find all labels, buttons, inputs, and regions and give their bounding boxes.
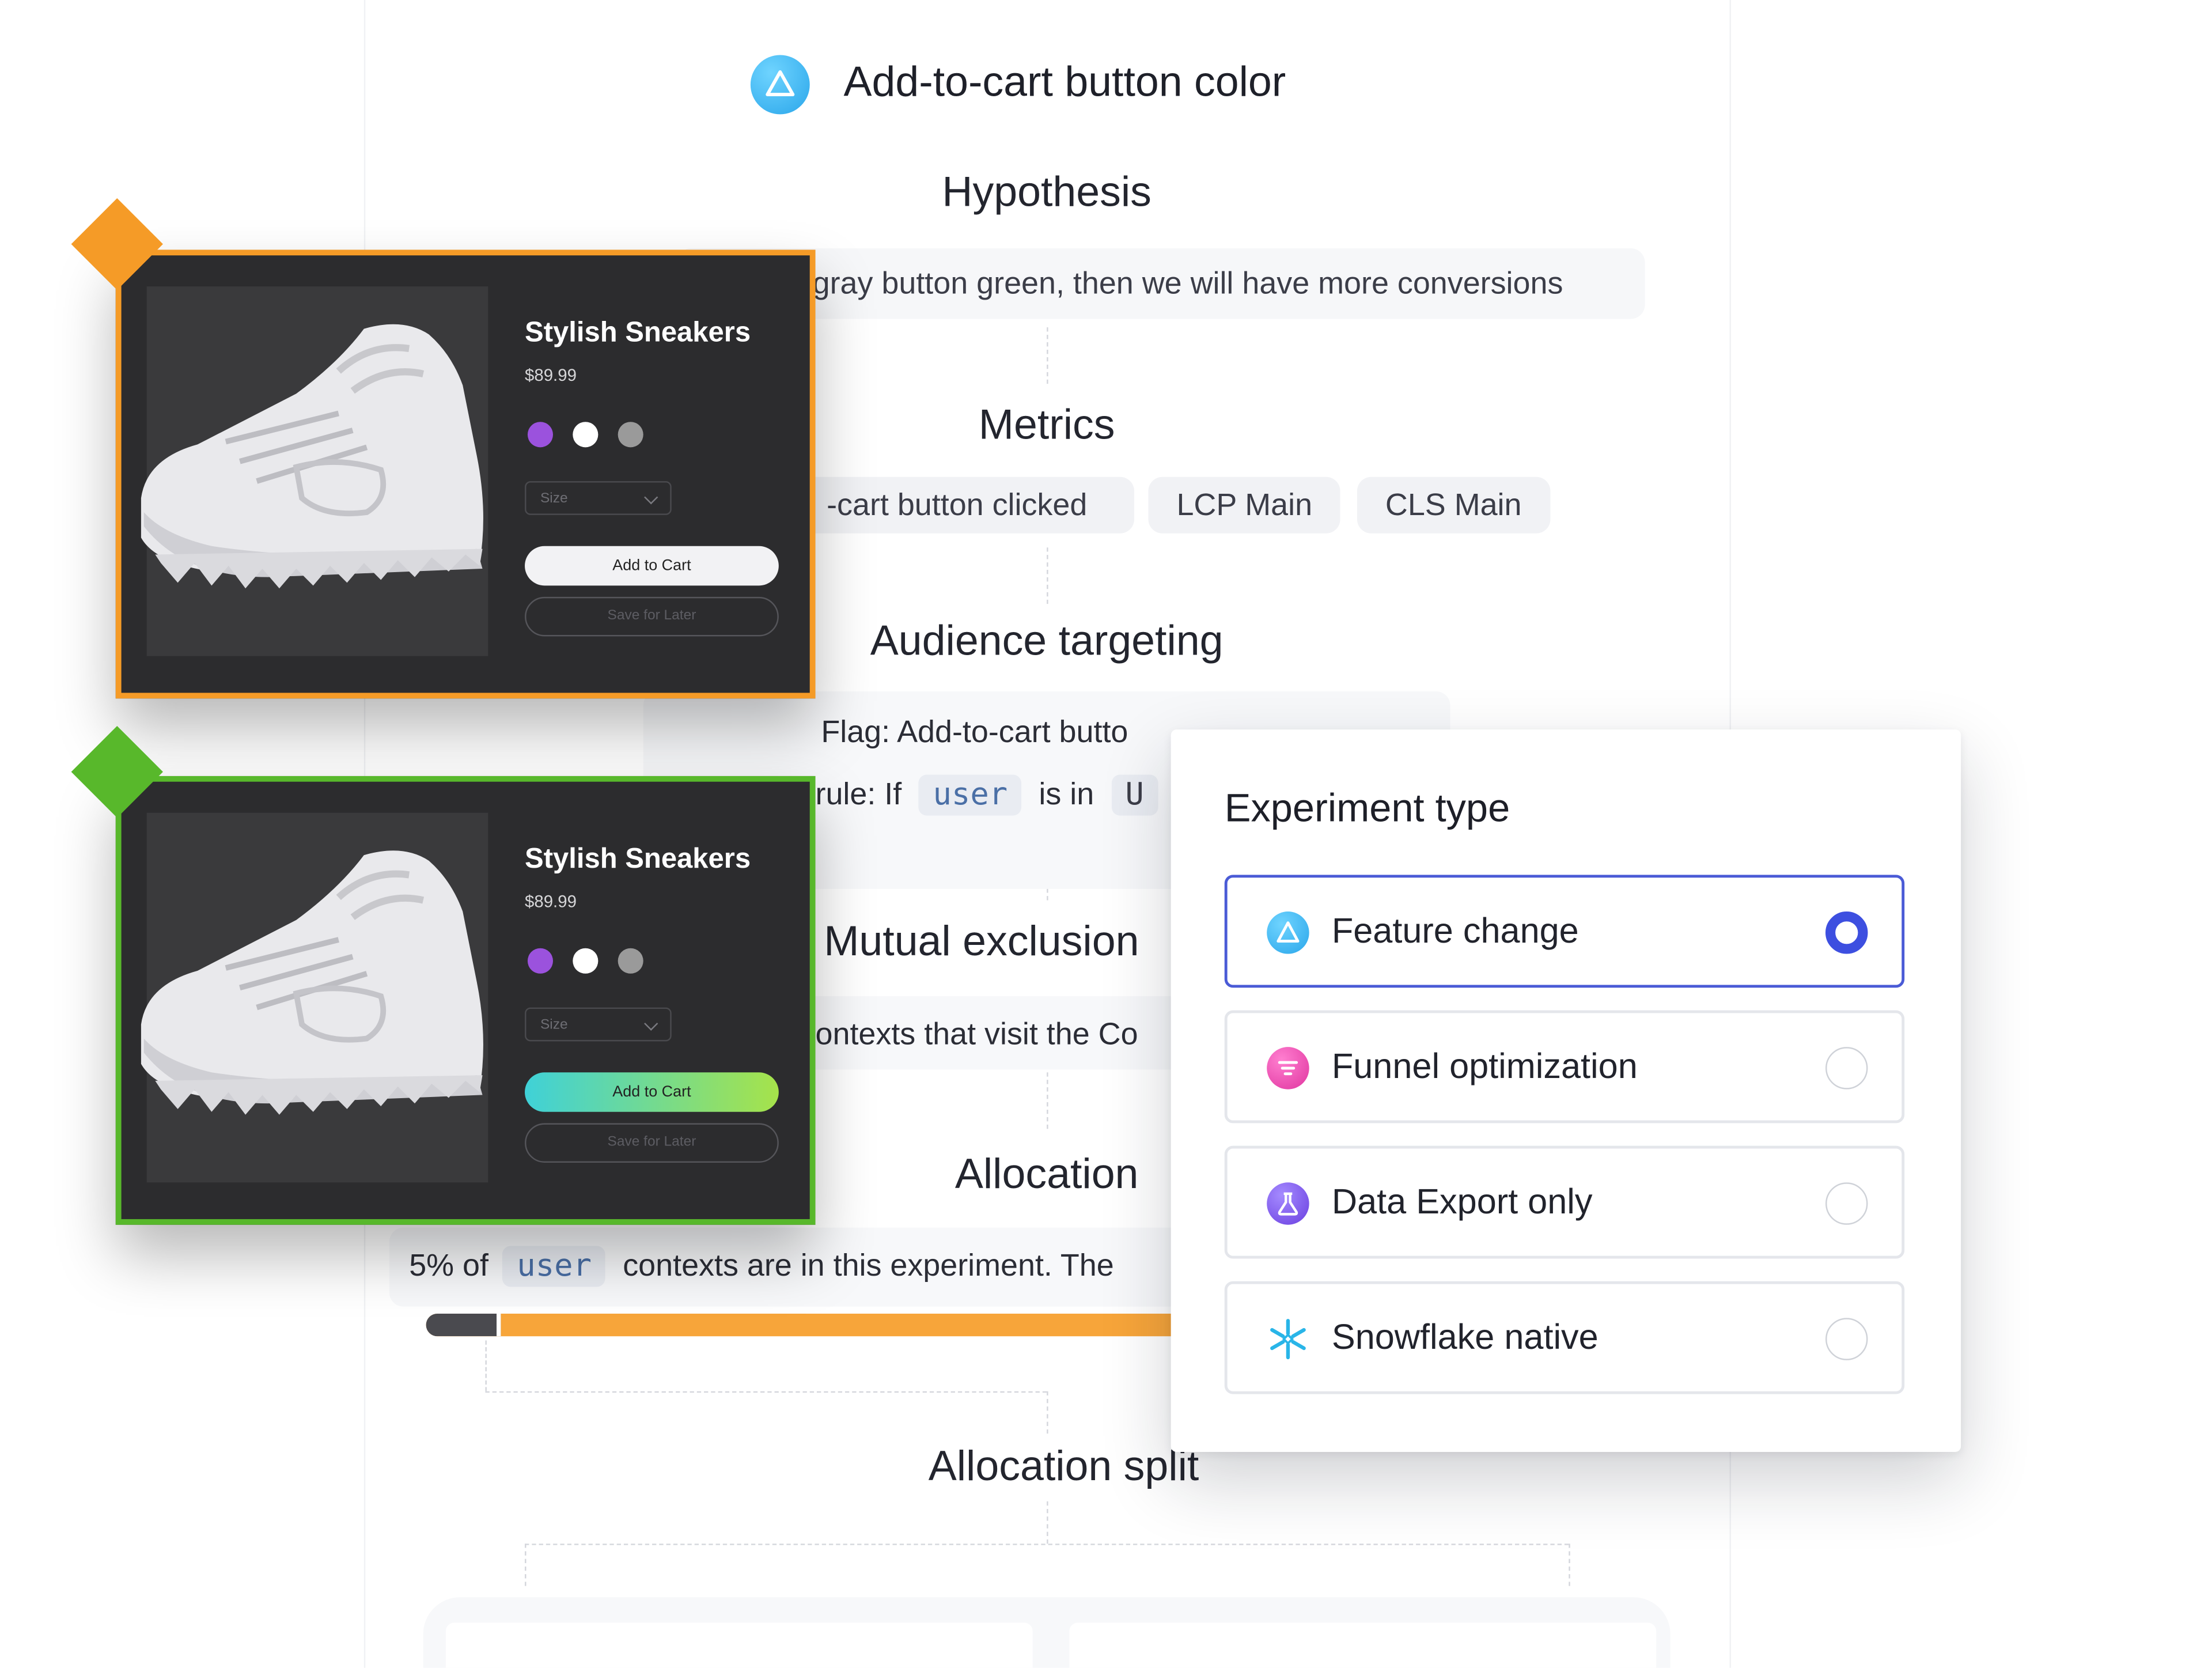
audience-rule-tail: U bbox=[1111, 774, 1158, 816]
size-select[interactable]: Size bbox=[525, 481, 672, 515]
color-swatch-white[interactable] bbox=[573, 422, 599, 448]
color-swatch-gray[interactable] bbox=[618, 422, 643, 448]
page-title: Add-to-cart button color bbox=[843, 59, 1286, 106]
color-swatch-white[interactable] bbox=[573, 948, 599, 974]
audience-flag: Flag: Add-to-cart butto bbox=[821, 714, 1128, 750]
audience-rule-prefix: rule: If bbox=[815, 776, 902, 812]
radio-unselected[interactable] bbox=[1825, 1318, 1868, 1360]
save-for-later-button[interactable]: Save for Later bbox=[525, 1123, 779, 1163]
allocation-suffix: contexts are in this experiment. The bbox=[623, 1247, 1114, 1283]
allocation-bar bbox=[426, 1314, 1217, 1337]
experiment-canvas: Add-to-cart button color Hypothesis gray… bbox=[0, 0, 2212, 1668]
save-for-later-button[interactable]: Save for Later bbox=[525, 596, 779, 637]
option-feature-change[interactable]: Feature change bbox=[1224, 875, 1905, 988]
metric-pill[interactable]: CLS Main bbox=[1357, 476, 1550, 534]
hypothesis-title: Hypothesis bbox=[942, 169, 1152, 216]
product-price: $89.99 bbox=[525, 365, 577, 385]
product-name: Stylish Sneakers bbox=[525, 317, 751, 349]
metrics-title: Metrics bbox=[978, 402, 1115, 449]
option-snowflake-native[interactable]: Snowflake native bbox=[1224, 1281, 1905, 1394]
audience-title: Audience targeting bbox=[870, 618, 1224, 665]
allocation-prefix: 5% of bbox=[409, 1247, 489, 1283]
audience-rule-code: user bbox=[918, 774, 1022, 816]
chevron-down-icon bbox=[644, 1016, 658, 1031]
option-label: Data Export only bbox=[1331, 1182, 1593, 1222]
metric-pill[interactable]: LCP Main bbox=[1148, 476, 1341, 534]
mutual-exclusion-title: Mutual exclusion bbox=[824, 918, 1139, 966]
radio-selected[interactable] bbox=[1825, 911, 1868, 954]
split-slot-a bbox=[445, 1622, 1033, 1668]
radio-unselected[interactable] bbox=[1825, 1182, 1868, 1225]
hypothesis-text: gray button green, then we will have mor… bbox=[677, 248, 1645, 319]
experiment-type-panel: Experiment type Feature change Funnel op… bbox=[1171, 729, 1961, 1453]
shoe-image bbox=[141, 286, 488, 656]
panel-title: Experiment type bbox=[1224, 786, 1510, 830]
color-swatch-purple[interactable] bbox=[527, 948, 554, 974]
option-label: Feature change bbox=[1331, 911, 1579, 951]
size-select[interactable]: Size bbox=[525, 1007, 672, 1042]
connector-line bbox=[1569, 1544, 1570, 1586]
snowflake-icon bbox=[1267, 1318, 1309, 1360]
option-label: Snowflake native bbox=[1331, 1318, 1599, 1357]
allocation-bar-fill bbox=[426, 1314, 502, 1337]
chevron-down-icon bbox=[644, 490, 658, 505]
split-slot-b bbox=[1069, 1622, 1657, 1668]
allocation-code: user bbox=[502, 1246, 606, 1287]
radio-unselected[interactable] bbox=[1825, 1047, 1868, 1090]
connector-line bbox=[485, 1391, 1047, 1393]
connector-line bbox=[1047, 547, 1048, 604]
size-select-label: Size bbox=[540, 491, 568, 507]
size-select-label: Size bbox=[540, 1017, 568, 1033]
option-funnel-optimization[interactable]: Funnel optimization bbox=[1224, 1010, 1905, 1124]
option-label: Funnel optimization bbox=[1331, 1047, 1638, 1087]
shoe-image bbox=[141, 812, 488, 1183]
flask-icon bbox=[1267, 1182, 1309, 1225]
funnel-icon bbox=[1267, 1047, 1309, 1090]
color-swatch-purple[interactable] bbox=[527, 422, 554, 448]
product-card-control: Stylish Sneakers $89.99 Size Add to Cart… bbox=[115, 249, 816, 699]
sneaker-icon bbox=[141, 850, 483, 1115]
triangle-icon bbox=[1267, 911, 1309, 954]
connector-line bbox=[1047, 1501, 1048, 1544]
color-swatch-gray[interactable] bbox=[618, 948, 643, 974]
product-price: $89.99 bbox=[525, 891, 577, 912]
option-data-export-only[interactable]: Data Export only bbox=[1224, 1145, 1905, 1259]
connector-line bbox=[525, 1544, 1569, 1545]
audience-rule-mid: is in bbox=[1039, 776, 1094, 812]
connector-line bbox=[485, 1340, 487, 1391]
add-to-cart-button[interactable]: Add to Cart bbox=[525, 1072, 779, 1112]
connector-line bbox=[525, 1544, 527, 1586]
mutual-text: ontexts that visit the Co bbox=[815, 1016, 1138, 1052]
connector-line bbox=[1047, 1072, 1048, 1129]
product-name: Stylish Sneakers bbox=[525, 844, 751, 875]
metric-pill[interactable]: -cart button clicked bbox=[762, 476, 1134, 534]
connector-line bbox=[1047, 1391, 1048, 1434]
connector-line bbox=[1047, 327, 1048, 384]
add-to-cart-button[interactable]: Add to Cart bbox=[525, 546, 779, 586]
sneaker-icon bbox=[141, 324, 483, 589]
product-card-treatment: Stylish Sneakers $89.99 Size Add to Cart… bbox=[115, 776, 816, 1225]
triangle-icon bbox=[750, 55, 810, 115]
